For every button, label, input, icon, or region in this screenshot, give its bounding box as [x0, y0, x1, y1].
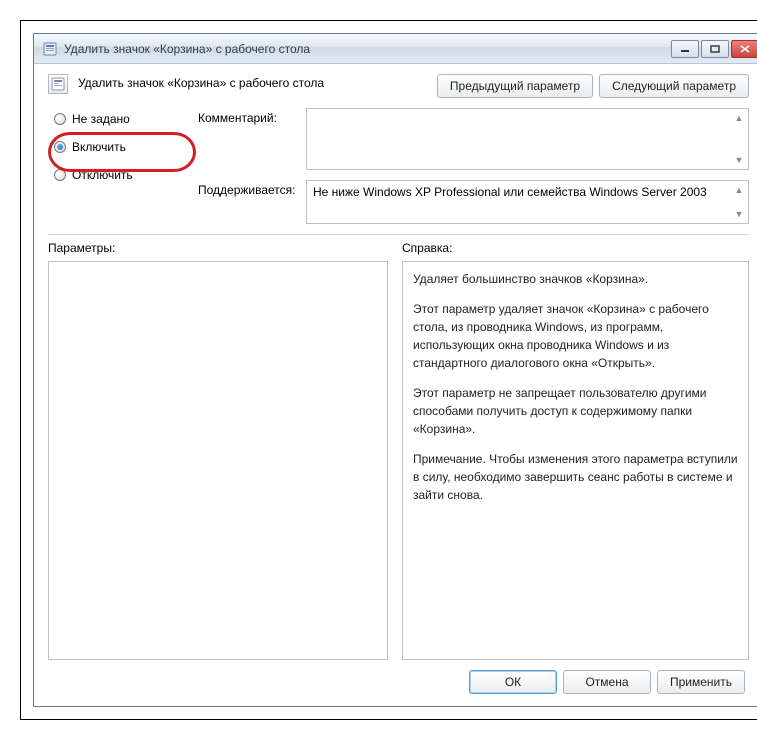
state-radio-group: Не задано Включить Отключить: [48, 108, 198, 184]
cancel-button[interactable]: Отмена: [563, 670, 651, 694]
policy-title: Удалить значок «Корзина» с рабочего стол…: [78, 74, 427, 90]
radio-icon: [54, 141, 66, 153]
scroll-down-icon[interactable]: ▼: [732, 207, 746, 221]
options-label: Параметры:: [48, 241, 388, 257]
supported-textbox: Не ниже Windows XP Professional или семе…: [306, 180, 749, 224]
help-text: Примечание. Чтобы изменения этого параме…: [413, 450, 738, 504]
radio-disabled[interactable]: Отключить: [48, 166, 198, 184]
scroll-up-icon[interactable]: ▲: [732, 111, 746, 125]
maximize-button[interactable]: [701, 40, 729, 58]
help-panel[interactable]: Удаляет большинство значков «Корзина». Э…: [402, 261, 749, 660]
comment-textbox[interactable]: ▲ ▼: [306, 108, 749, 170]
supported-value: Не ниже Windows XP Professional или семе…: [313, 185, 707, 199]
radio-label: Не задано: [72, 112, 130, 126]
app-icon: [42, 41, 58, 57]
divider: [48, 234, 749, 235]
scroll-down-icon[interactable]: ▼: [732, 153, 746, 167]
radio-label: Включить: [72, 140, 126, 154]
next-setting-button[interactable]: Следующий параметр: [599, 74, 749, 98]
scroll-up-icon[interactable]: ▲: [732, 183, 746, 197]
minimize-button[interactable]: [671, 40, 699, 58]
supported-label: Поддерживается:: [198, 180, 298, 197]
radio-icon: [54, 113, 66, 125]
help-text: Удаляет большинство значков «Корзина».: [413, 270, 738, 288]
ok-button[interactable]: ОК: [469, 670, 557, 694]
apply-button[interactable]: Применить: [657, 670, 745, 694]
help-text: Этот параметр не запрещает пользователю …: [413, 384, 738, 438]
previous-setting-button[interactable]: Предыдущий параметр: [437, 74, 593, 98]
options-panel: [48, 261, 388, 660]
help-text: Этот параметр удаляет значок «Корзина» с…: [413, 300, 738, 372]
policy-icon: [48, 74, 68, 94]
radio-icon: [54, 169, 66, 181]
window-title: Удалить значок «Корзина» с рабочего стол…: [64, 42, 671, 56]
radio-not-configured[interactable]: Не задано: [48, 110, 198, 128]
radio-enabled[interactable]: Включить: [48, 138, 198, 156]
dialog-window: Удалить значок «Корзина» с рабочего стол…: [33, 33, 757, 707]
radio-label: Отключить: [72, 168, 133, 182]
titlebar[interactable]: Удалить значок «Корзина» с рабочего стол…: [34, 34, 757, 64]
close-button[interactable]: [731, 40, 757, 58]
help-label: Справка:: [402, 241, 749, 257]
comment-label: Комментарий:: [198, 108, 298, 125]
